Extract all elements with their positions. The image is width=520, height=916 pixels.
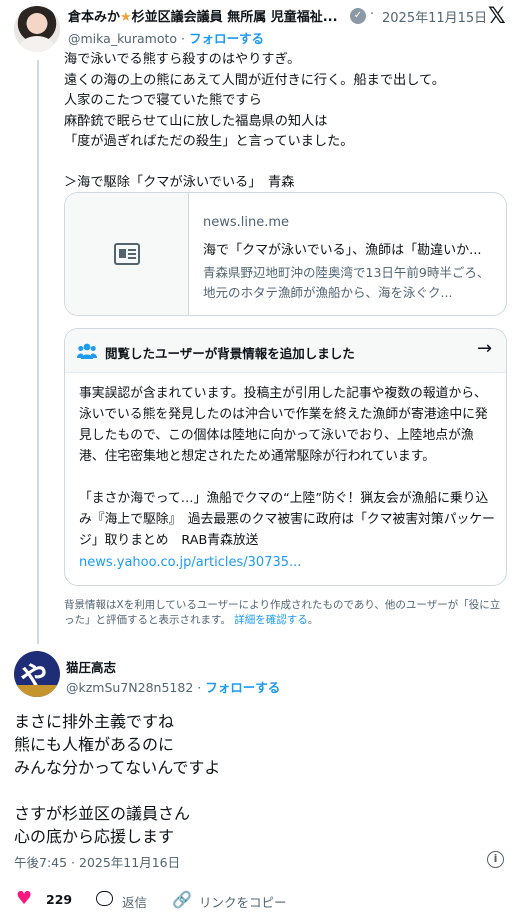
reply-author-avatar[interactable]: や [14,651,60,697]
reply-text: まさに排外主義ですね 熊にも人権があるのに みんな分かってないんですよ さすが杉… [14,712,221,846]
link-domain: news.line.me [203,215,290,230]
community-note-header[interactable]: 閲覧したユーザーが背景情報を追加しました → [65,329,506,373]
reply-handle-row: @kzmSu7N28n5182 · フォローする [66,677,280,696]
reply-handle-separator: · [197,680,202,695]
action-bar: ♥ 229 返信 🔗 リンクをコピー [0,888,520,912]
star-icon: ★ [120,10,132,25]
community-note-footer: 背景情報はXを利用しているユーザーにより作成されたものであり、他のユーザーが「役… [64,598,508,628]
follow-button[interactable]: フォローする [189,31,264,46]
note-source-link[interactable]: news.yahoo.co.jp/articles/30735... [79,555,301,570]
link-description: 青森県野辺地町沖の陸奥湾で13日午前9時半ごろ、地元のホタテ漁師が漁船から、海を… [203,265,490,300]
copy-link-button[interactable]: リンクをコピー [199,892,287,911]
reply-button[interactable]: 返信 [122,892,147,911]
author-handle[interactable]: @mika_kuramoto [68,31,177,46]
heart-icon[interactable]: ♥ [16,888,32,909]
thread-line [37,60,39,644]
people-icon [77,343,97,359]
reply-timestamp[interactable]: 午後7:45 · 2025年11月16日 [14,852,180,871]
reply-author-name[interactable]: 猫圧高志 [66,657,116,676]
community-note: 閲覧したユーザーが背景情報を追加しました → 事実誤認が含まれています。投稿主が… [64,328,507,586]
link-preview-card[interactable]: news.line.me 海で「クマが泳いでいる」、漁師は「勘違いか... 青森… [64,192,507,316]
note-paragraph-1: 事実誤認が含まれています。投稿主が引用した記事や複数の報道から、泳いでいる熊を発… [79,386,488,464]
x-logo-icon[interactable]: 𝕏 [488,4,506,29]
date-separator: · [370,7,375,22]
author-name-line[interactable]: 倉本みか★杉並区議会議員 無所属 児童福祉... [68,6,338,25]
tweet-text: 海で泳いでる熊すら殺すのはやりすぎ。 遠くの海の上の熊にあえて人間が近付きに行く… [64,52,445,190]
note-learn-more-link[interactable]: 詳細を確認する [234,614,308,626]
post-date[interactable]: 2025年11月15日 [382,7,487,26]
reply-handle[interactable]: @kzmSu7N28n5182 [66,680,193,695]
community-note-title: 閲覧したユーザーが背景情報を追加しました [105,346,355,361]
community-note-body: 事実誤認が含まれています。投稿主が引用した記事や複数の報道から、泳いでいる熊を発… [79,383,497,572]
author-avatar[interactable] [14,6,60,52]
reply-follow-button[interactable]: フォローする [205,680,280,695]
author-name: 倉本みか [68,10,121,25]
arrow-right-icon[interactable]: → [477,338,492,359]
author-handle-row: @mika_kuramoto · フォローする [68,28,264,47]
link-thumbnail [65,193,189,315]
note-paragraph-2: 「まさか海でって…」漁船でクマの“上陸”防ぐ！猟友会が漁船に乗り込み『海上で駆除… [79,491,495,548]
verified-badge-icon: ✓ [350,8,366,24]
note-footer-end: 。 [307,614,319,626]
link-title: 海で「クマが泳いでいる」、漁師は「勘違いか... [203,243,482,258]
info-icon[interactable]: i [487,851,504,868]
handle-separator: · [181,31,185,46]
newspaper-icon [113,243,140,265]
link-icon[interactable]: 🔗 [172,890,192,909]
author-title: 杉並区議会議員 無所属 児童福祉... [131,10,338,25]
like-count[interactable]: 229 [46,892,72,907]
reply-icon[interactable] [96,891,113,906]
